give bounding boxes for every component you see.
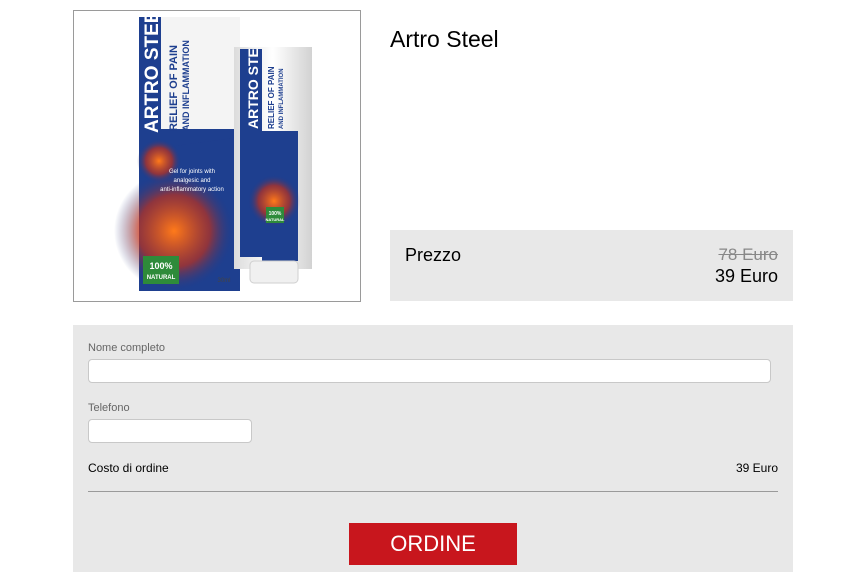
box-description-1: Gel for joints with <box>169 169 215 175</box>
tube-brand-text: ARTRO STEEL <box>245 30 261 129</box>
box-badge-1: 100% <box>149 261 172 271</box>
phone-label: Telefono <box>88 402 130 414</box>
product-package-illustration: ARTRO STEEL RELIEF OF PAIN AND INFLAMMAT… <box>114 11 312 291</box>
tube-tagline-2: AND INFLAMMATION <box>279 68 285 129</box>
phone-input[interactable] <box>88 419 252 443</box>
box-volume-text: 30ml <box>217 278 230 284</box>
order-button[interactable]: ORDINE <box>349 523 517 565</box>
name-input[interactable] <box>88 359 771 383</box>
price-panel: Prezzo 78 Euro 39 Euro <box>390 230 793 301</box>
box-tagline-1: RELIEF OF PAIN <box>168 45 180 131</box>
form-divider <box>88 491 778 492</box>
order-form: Nome completo Telefono Costo di ordine 3… <box>73 325 793 572</box>
box-brand-text: ARTRO STEEL <box>142 11 163 133</box>
tube-tagline-1: RELIEF OF PAIN <box>267 66 276 129</box>
order-cost-label: Costo di ordine <box>88 461 169 475</box>
product-title: Artro Steel <box>390 26 499 52</box>
new-price: 39 Euro <box>714 266 778 286</box>
tube-badge-2: NATURAL <box>265 217 285 222</box>
name-label: Nome completo <box>88 342 166 354</box>
box-description-3: anti-inflammatory action <box>160 187 224 193</box>
price-label: Prezzo <box>405 245 462 265</box>
product-box: ARTRO STEEL RELIEF OF PAIN AND INFLAMMAT… <box>114 11 240 291</box>
product-image: ARTRO STEEL RELIEF OF PAIN AND INFLAMMAT… <box>73 10 361 302</box>
order-cost-value: 39 Euro <box>735 461 778 475</box>
box-description-2: analgesic and <box>173 178 210 184</box>
old-price: 78 Euro <box>718 245 778 264</box>
box-tagline-2: AND INFLAMMATION <box>181 40 191 131</box>
box-badge-2: NATURAL <box>147 275 176 281</box>
